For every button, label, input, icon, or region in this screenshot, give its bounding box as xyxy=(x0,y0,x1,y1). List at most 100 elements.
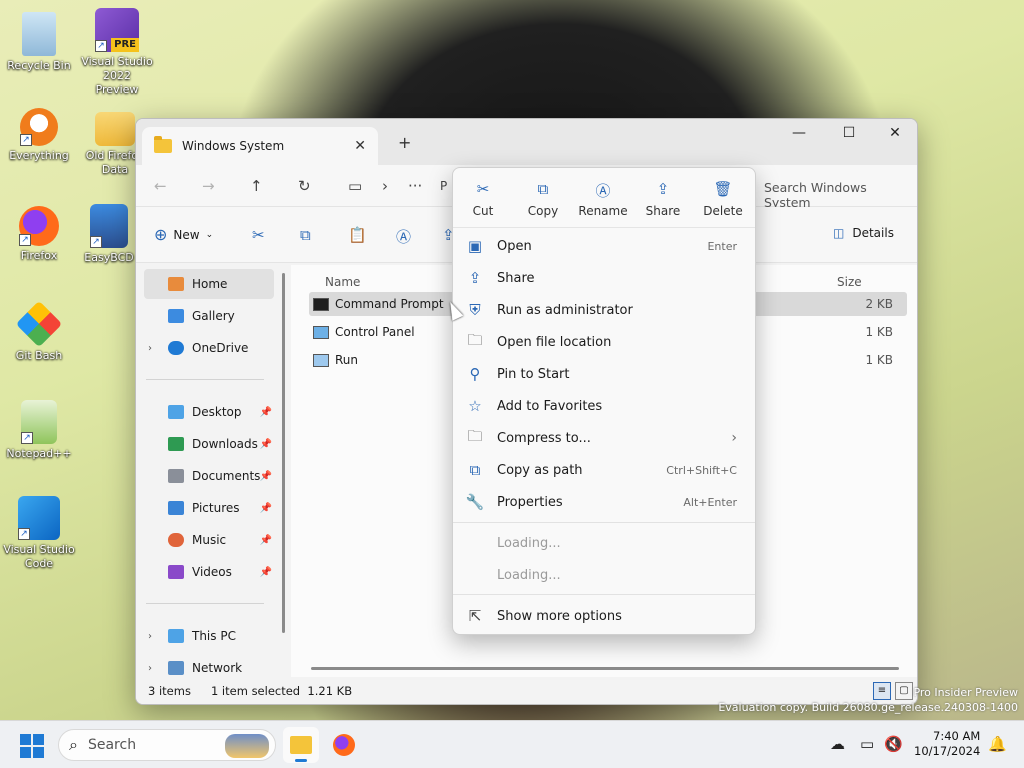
desktop-icon-label: Visual Studio Code xyxy=(3,543,75,570)
desktop-icon-notepad-plus-plus[interactable]: ↗ Notepad++ xyxy=(2,400,76,461)
desktop-icon-firefox[interactable]: ↗ Firefox xyxy=(2,206,76,263)
copy-path-icon: ⧉ xyxy=(469,461,481,479)
file-name: Run xyxy=(335,353,359,367)
desktop-icon-visual-studio-preview[interactable]: PRE ↗ Visual Studio 2022 Preview xyxy=(80,8,154,97)
menu-item-copy-as-path[interactable]: ⧉ Copy as path Ctrl+Shift+C xyxy=(459,455,749,485)
trash-icon: 🗑 xyxy=(713,180,733,198)
new-tab-button[interactable]: + xyxy=(398,133,411,152)
vscode-icon: ↗ xyxy=(18,496,60,540)
menu-item-open[interactable]: ▣ Open Enter xyxy=(459,231,749,261)
breadcrumb-chevron-icon[interactable]: › xyxy=(382,177,388,195)
back-icon[interactable]: ← xyxy=(154,177,167,195)
sidebar-item-pictures[interactable]: Pictures 📌 xyxy=(144,493,274,523)
desktop-icon xyxy=(168,405,184,419)
sidebar-item-onedrive[interactable]: › OneDrive xyxy=(144,333,274,363)
paste-icon[interactable]: 📋 xyxy=(348,226,367,244)
rename-label: Rename xyxy=(578,204,628,218)
display-icon[interactable]: ▭ xyxy=(860,735,874,753)
file-size: 1 KB xyxy=(865,353,893,367)
close-window-button[interactable]: ✕ xyxy=(872,125,917,141)
shortcut-text: Ctrl+Shift+C xyxy=(666,463,737,477)
cut-button[interactable]: ✂ Cut xyxy=(453,180,513,218)
desktop-icon-label: Firefox xyxy=(20,249,58,262)
menu-item-compress-to[interactable]: 🗀 Compress to... › xyxy=(459,423,749,453)
share-button[interactable]: ⇪ Share xyxy=(633,180,693,218)
horizontal-scrollbar[interactable] xyxy=(311,667,899,670)
menu-item-run-as-administrator[interactable]: ⛨ Run as administrator xyxy=(459,295,749,325)
sidebar-item-this-pc[interactable]: › This PC xyxy=(144,621,274,651)
new-button[interactable]: ⊕ New ⌄ xyxy=(154,225,213,244)
videos-icon xyxy=(168,565,184,579)
submenu-chevron-icon: › xyxy=(731,430,737,446)
sidebar-item-gallery[interactable]: Gallery xyxy=(144,301,274,331)
gallery-icon xyxy=(168,309,184,323)
desktop-icon-everything[interactable]: ↗ Everything xyxy=(2,108,76,163)
menu-item-properties[interactable]: 🔧 Properties Alt+Enter xyxy=(459,487,749,517)
shortcut-arrow-icon: ↗ xyxy=(21,432,33,444)
refresh-icon[interactable]: ↻ xyxy=(298,177,311,195)
copy-icon[interactable]: ⧉ xyxy=(300,226,311,244)
menu-item-pin-to-start[interactable]: ⚲ Pin to Start xyxy=(459,359,749,389)
sidebar-item-label: Documents xyxy=(192,469,261,483)
file-size: 1 KB xyxy=(865,325,893,339)
rename-icon[interactable]: Ⓐ xyxy=(396,226,411,247)
forward-icon[interactable]: → xyxy=(202,177,215,195)
sidebar-scrollbar[interactable] xyxy=(282,273,285,633)
sidebar-item-home[interactable]: Home xyxy=(144,269,274,299)
menu-item-add-to-favorites[interactable]: ☆ Add to Favorites xyxy=(459,391,749,421)
details-button[interactable]: ◫ Details xyxy=(833,226,894,240)
menu-separator xyxy=(453,522,755,523)
notification-bell-icon[interactable]: 🔔 xyxy=(988,735,1007,753)
rename-button[interactable]: Ⓐ Rename xyxy=(573,180,633,218)
sidebar-item-videos[interactable]: Videos 📌 xyxy=(144,557,274,587)
download-icon xyxy=(168,437,184,451)
desktop-icon-vscode[interactable]: ↗ Visual Studio Code xyxy=(2,496,76,571)
maximize-button[interactable]: ☐ xyxy=(826,125,872,141)
menu-item-show-more-options[interactable]: ⇱ Show more options xyxy=(459,601,749,631)
menu-item-share[interactable]: ⇪ Share xyxy=(459,263,749,293)
sidebar-item-music[interactable]: Music 📌 xyxy=(144,525,274,555)
column-header-name[interactable]: Name xyxy=(325,275,360,289)
menu-item-label: Copy as path xyxy=(497,462,583,478)
time: 7:40 AM xyxy=(933,729,981,743)
expand-chevron-icon[interactable]: › xyxy=(148,663,152,674)
tab-windows-system[interactable]: Windows System ✕ xyxy=(142,127,378,165)
expand-chevron-icon[interactable]: › xyxy=(148,343,152,354)
shortcut-text: Alt+Enter xyxy=(683,495,737,509)
volume-muted-icon[interactable]: 🔇 xyxy=(884,735,903,753)
expand-chevron-icon[interactable]: › xyxy=(148,631,152,642)
minimize-button[interactable]: — xyxy=(776,125,822,141)
column-header-size[interactable]: Size xyxy=(837,275,862,289)
taskbar-search[interactable]: ⌕ Search xyxy=(58,729,276,761)
menu-item-loading: Loading... xyxy=(459,560,749,590)
close-tab-icon[interactable]: ✕ xyxy=(354,138,366,154)
taskbar-firefox[interactable] xyxy=(326,727,362,763)
this-pc-icon[interactable]: ▭ xyxy=(348,177,362,195)
up-icon[interactable]: ↑ xyxy=(250,177,263,195)
cut-icon[interactable]: ✂ xyxy=(252,226,265,244)
pin-icon: 📌 xyxy=(259,406,272,418)
sidebar-item-desktop[interactable]: Desktop 📌 xyxy=(144,397,274,427)
tiles-view-icon[interactable]: ▢ xyxy=(895,682,913,700)
copy-button[interactable]: ⧉ Copy xyxy=(513,180,573,218)
network-offline-icon[interactable]: ☁ xyxy=(830,735,845,753)
details-view-icon[interactable]: ≡ xyxy=(873,682,891,700)
delete-button[interactable]: 🗑 Delete xyxy=(693,180,753,218)
watermark-build: Evaluation copy. Build 26080.ge_release.… xyxy=(718,701,1018,714)
desktop-icon-recycle-bin[interactable]: Recycle Bin xyxy=(2,12,76,73)
menu-item-open-file-location[interactable]: 🗀 Open file location xyxy=(459,327,749,357)
sidebar-item-label: Music xyxy=(192,533,227,547)
more-locations-icon[interactable]: ··· xyxy=(408,177,422,195)
breadcrumb[interactable]: P xyxy=(440,179,447,193)
visual-studio-preview-icon: PRE ↗ xyxy=(95,8,139,52)
sidebar-item-documents[interactable]: Documents 📌 xyxy=(144,461,274,491)
clock[interactable]: 7:40 AM 10/17/2024 xyxy=(914,729,980,759)
desktop-icon-git-bash[interactable]: Git Bash xyxy=(2,300,76,363)
pre-badge: PRE xyxy=(111,38,139,52)
menu-item-loading: Loading... xyxy=(459,528,749,558)
sidebar-item-downloads[interactable]: Downloads 📌 xyxy=(144,429,274,459)
taskbar-file-explorer[interactable] xyxy=(283,727,319,763)
shortcut-arrow-icon: ↗ xyxy=(20,134,32,146)
start-button[interactable] xyxy=(20,734,44,758)
search-input[interactable]: Search Windows System xyxy=(758,173,917,210)
